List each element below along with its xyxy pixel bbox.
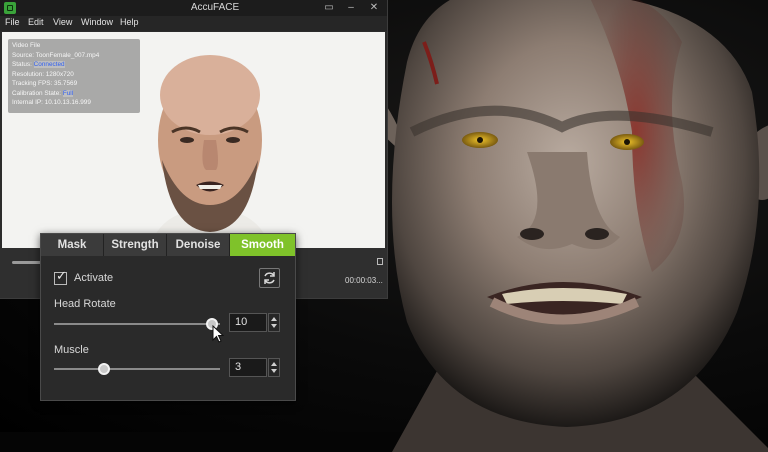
head-rotate-label: Head Rotate bbox=[54, 298, 116, 310]
tab-strength[interactable]: Strength bbox=[104, 234, 167, 256]
restore-icon[interactable]: ▭ bbox=[322, 2, 336, 14]
head-rotate-slider-track[interactable] bbox=[54, 323, 220, 325]
info-status: Status: Connected bbox=[12, 61, 65, 68]
mouse-cursor-icon bbox=[212, 325, 225, 343]
spin-down-icon[interactable] bbox=[271, 324, 277, 328]
tab-smooth[interactable]: Smooth bbox=[230, 234, 295, 256]
spin-up-icon[interactable] bbox=[271, 362, 277, 366]
activate-checkbox[interactable]: ✓ bbox=[54, 268, 67, 285]
spin-up-icon[interactable] bbox=[271, 317, 277, 321]
video-info-overlay: Video File Source: ToonFemale_007.mp4 St… bbox=[8, 39, 140, 113]
menu-file[interactable]: File bbox=[5, 17, 20, 27]
info-video-file: Video File bbox=[12, 42, 41, 49]
character-head-render bbox=[352, 0, 768, 452]
info-source: Source: ToonFemale_007.mp4 bbox=[12, 51, 100, 59]
info-internal-ip: Internal IP: 10.10.13.16.999 bbox=[12, 99, 91, 106]
spin-down-icon[interactable] bbox=[271, 369, 277, 373]
muscle-slider-track[interactable] bbox=[54, 368, 220, 370]
window-title: AccuFACE bbox=[190, 2, 240, 13]
video-preview: Video File Source: ToonFemale_007.mp4 St… bbox=[2, 32, 385, 248]
refresh-icon bbox=[264, 272, 275, 284]
smooth-settings-panel: Mask Strength Denoise Smooth ✓ Activate … bbox=[40, 233, 296, 401]
menu-window[interactable]: Window bbox=[81, 17, 113, 27]
tab-mask[interactable]: Mask bbox=[41, 234, 104, 256]
muscle-spinner[interactable] bbox=[268, 358, 280, 377]
window-icon[interactable] bbox=[377, 258, 383, 265]
muscle-label: Muscle bbox=[54, 344, 89, 356]
camera-face-image bbox=[150, 55, 270, 248]
muscle-slider-thumb[interactable] bbox=[97, 363, 110, 375]
head-rotate-input[interactable]: 10 bbox=[229, 313, 267, 332]
info-calibration: Calibration State: Full bbox=[12, 89, 74, 97]
checkmark-icon: ✓ bbox=[56, 268, 67, 283]
reset-button[interactable] bbox=[259, 268, 280, 288]
menu-help[interactable]: Help bbox=[120, 17, 139, 27]
head-rotate-spinner[interactable] bbox=[268, 313, 280, 332]
muscle-input[interactable]: 3 bbox=[229, 358, 267, 377]
info-tracking-fps: Tracking FPS: 35.7569 bbox=[12, 80, 78, 87]
menu-bar: File Edit View Window Help bbox=[0, 16, 387, 31]
activate-label: Activate bbox=[74, 272, 114, 284]
menu-edit[interactable]: Edit bbox=[28, 17, 44, 27]
menu-view[interactable]: View bbox=[53, 17, 72, 27]
minimize-icon[interactable]: – bbox=[344, 2, 358, 14]
close-icon[interactable]: ✕ bbox=[367, 2, 381, 14]
time-display: 00:00:03... bbox=[345, 276, 383, 285]
title-bar[interactable]: AccuFACE ▭ – ✕ bbox=[0, 0, 387, 16]
info-resolution: Resolution: 1280x720 bbox=[12, 70, 74, 78]
tab-denoise[interactable]: Denoise bbox=[167, 234, 230, 256]
